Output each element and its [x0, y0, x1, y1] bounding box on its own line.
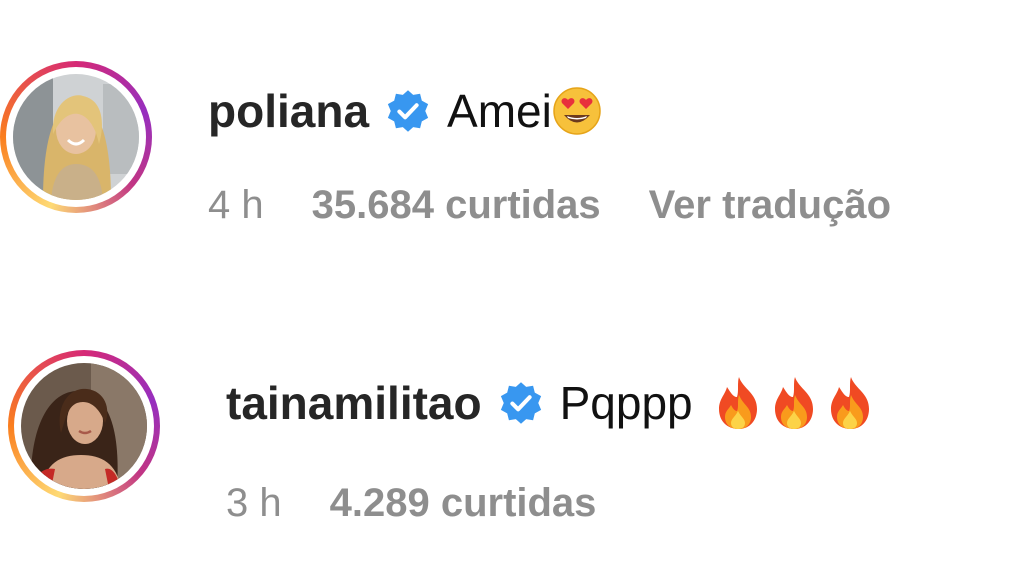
- story-ring[interactable]: [0, 61, 152, 213]
- see-translation-button[interactable]: Ver tradução: [649, 183, 891, 228]
- comment-time: 3 h: [226, 480, 282, 525]
- avatar[interactable]: [13, 74, 139, 200]
- avatar-photo-icon: [13, 74, 139, 200]
- likes-count-button[interactable]: 4.289 curtidas: [330, 481, 597, 526]
- avatar[interactable]: [21, 363, 147, 489]
- comment-meta: 4 h 35.684 curtidas Ver tradução: [208, 180, 891, 230]
- verified-badge-icon: [385, 88, 431, 134]
- comment-meta: 3 h 4.289 curtidas: [226, 478, 596, 528]
- comment-username[interactable]: tainamilitao: [226, 376, 482, 430]
- comment-username[interactable]: poliana: [208, 84, 369, 138]
- comment-time: 4 h: [208, 182, 264, 227]
- fire-emoji-icon: [713, 375, 881, 431]
- comment-text: Amei: [447, 85, 552, 137]
- verified-badge-icon: [498, 380, 544, 426]
- heart-eyes-emoji-icon: [552, 86, 602, 136]
- likes-count-button[interactable]: 35.684 curtidas: [312, 183, 601, 228]
- comment-text: Pqppp: [559, 377, 693, 429]
- comments-screen: poliana Amei 4 h 35.684 curtidas Ver tra…: [0, 0, 1024, 576]
- avatar-photo-icon: [21, 363, 147, 489]
- story-ring[interactable]: [8, 350, 160, 502]
